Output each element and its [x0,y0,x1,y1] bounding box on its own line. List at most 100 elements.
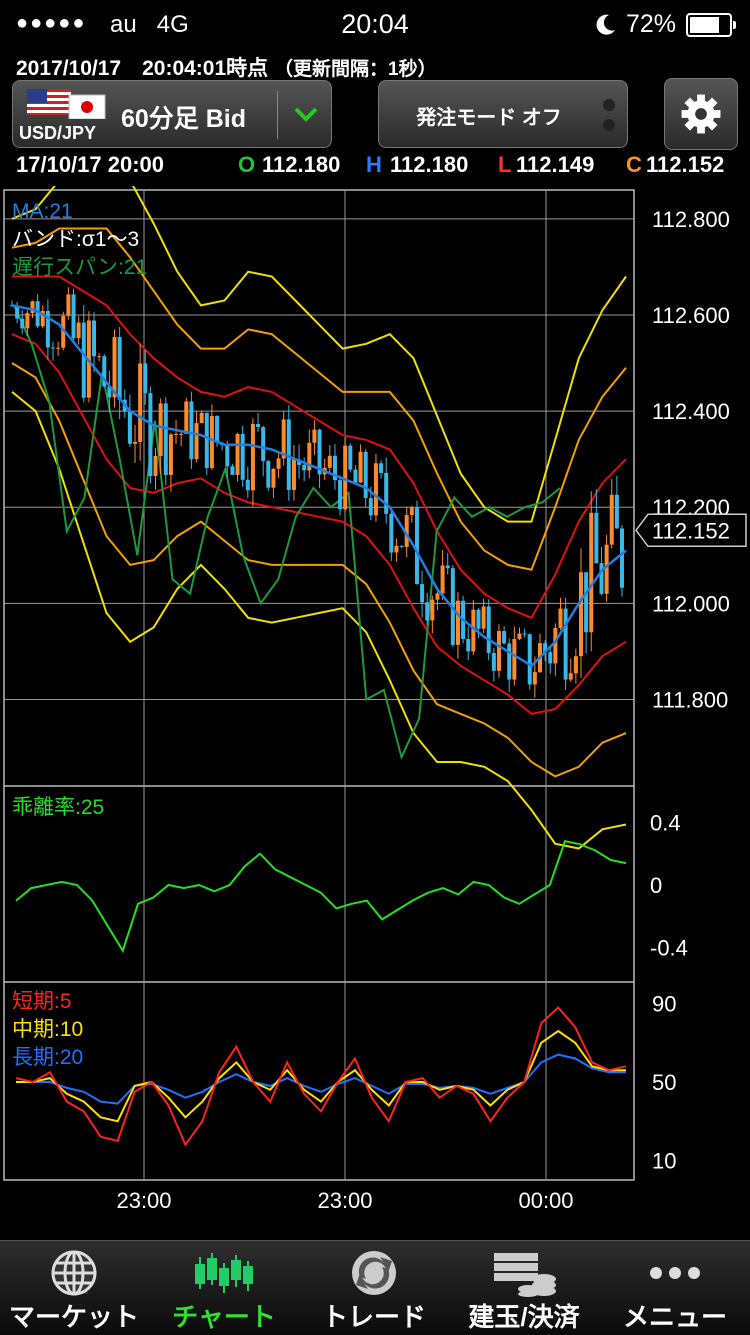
candle-body [373,463,378,516]
divider [277,91,278,139]
candle-body [168,434,173,475]
deviation-tick-label: 0 [650,873,662,898]
candle-body [399,545,404,547]
more-dots-icon [650,1267,700,1279]
candle-body [30,301,35,314]
close-label: C [626,152,642,177]
pair-timeframe-selector[interactable]: USD/JPY 60分足 Bid [12,80,332,148]
tab-chart[interactable]: チャート [148,1241,300,1335]
x-tick-label: 23:00 [317,1188,372,1213]
low-label: L [498,152,512,177]
candle-body [379,463,384,473]
candle-body [558,608,563,628]
candle-body [394,545,399,553]
candle-body [527,634,532,685]
us-flag-icon [27,89,106,119]
battery-percent: 72% [625,10,676,38]
order-mode-label: 発注モード オフ [416,107,562,129]
settings-button[interactable] [664,78,738,150]
candle-body [76,322,81,339]
candle-body [230,466,235,475]
tab-label: 建玉/決済 [468,1302,580,1332]
trade-arrows-icon [352,1251,396,1295]
candle-body [153,455,158,477]
y-tick-label: 112.400 [652,399,730,424]
positions-coins-icon [494,1253,556,1297]
tab-label: メニュー [622,1302,727,1332]
chevron-down-icon[interactable] [289,97,323,131]
y-tick-label: 112.800 [652,207,730,232]
lagging-span-line [13,304,561,761]
tab-trade[interactable]: トレード [300,1241,448,1335]
candle-body [430,599,435,621]
candle-body [502,631,507,644]
deviation-tick-label: 0.4 [650,810,681,835]
candle-body [71,294,76,339]
status-right: 72% [596,10,736,39]
candle-body [199,412,204,424]
tab-label: トレード [321,1302,426,1332]
candle-body [481,606,486,629]
candle-body [158,403,163,456]
candle-body [425,602,430,621]
x-tick-label: 23:00 [116,1188,171,1213]
legend-entry: 遅行スパン:21 [12,256,147,279]
update-interval: （更新間隔：1秒） [274,59,437,80]
open-label: O [238,152,256,177]
price-chart[interactable]: 112.800112.600112.400112.200112.000111.8… [0,186,750,1216]
rsi-long [16,1053,626,1105]
y-tick-label: 111.800 [652,687,728,712]
deviation-tick-label: -0.4 [650,936,688,961]
candle-body [271,468,276,488]
band-lower-1sigma [11,333,627,715]
candle-body [420,584,425,603]
rsi-short [15,1006,627,1147]
candle-body [358,451,363,483]
candle-body [384,472,389,514]
y-tick-label: 112.000 [652,591,730,616]
candle-body [194,423,199,460]
current-price-label: 112.152 [652,518,730,543]
candle-body [507,643,512,680]
gear-icon [681,94,721,134]
order-mode-toggle[interactable]: 発注モード オフ [378,80,628,148]
candle-body [117,336,122,400]
candle-body [563,608,568,680]
candle-body [225,445,230,467]
candle-body [256,423,261,428]
candle-body [97,356,102,358]
candle-body [92,320,97,357]
candle-body [179,433,184,435]
candle-body [189,401,194,460]
lagging-span [13,304,561,761]
candle-body [343,445,348,510]
candle-body [25,313,30,329]
candle-body [609,494,614,545]
ohlc-readout: 17/10/17 20:00 O 112.180 H 112.180 L 112… [16,152,740,182]
candle-body [496,631,501,671]
candle-body [215,415,220,443]
tab-bar: マーケット チャート トレード 建玉/決済 メニュー [0,1240,750,1335]
bollinger-bands [11,186,627,850]
candle-body [440,565,445,594]
tab-label: マーケット [8,1302,139,1332]
candle-body [553,627,558,664]
candle-body [584,572,589,633]
toggle-dot-bottom [603,119,615,131]
rsi-tick-label: 90 [652,992,676,1017]
candle-body [35,301,40,327]
candle-body [363,451,368,499]
tab-menu[interactable]: メニュー [600,1241,750,1335]
tab-market[interactable]: マーケット [0,1241,148,1335]
candle-body [291,459,296,490]
rsi-legend: 中期:10 [12,1018,83,1041]
rsi-legend: 短期:5 [12,990,72,1013]
rsi-lines [15,1006,627,1147]
candle-body [163,403,168,475]
quote-timestamp: 2017/10/17 20:04:01時点 （更新間隔：1秒） [16,52,437,82]
candle-body [261,427,266,462]
rsi-tick-label: 10 [652,1148,676,1173]
candle-body [594,512,599,564]
tab-positions[interactable]: 建玉/決済 [448,1241,600,1335]
x-tick-label: 00:00 [518,1188,573,1213]
